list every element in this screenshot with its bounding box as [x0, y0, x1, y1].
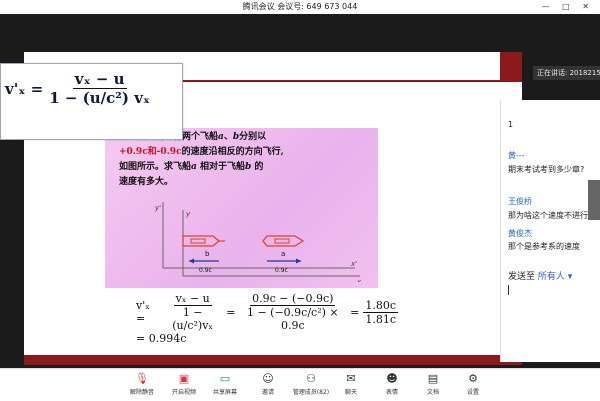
ship-b-label: b: [205, 250, 210, 258]
overlay-numerator: vₓ − u: [72, 70, 127, 89]
formula-frac2: 0.9c − (−0.9c) 1 − (−0.9c/c²) × 0.9c: [239, 292, 346, 332]
formula-result: = 0.994c: [136, 332, 187, 345]
share-screen-button[interactable]: ▭ 共享屏幕: [206, 371, 244, 396]
spaceship-diagram: y' y x' x b 0.9c a 0.9c: [155, 202, 362, 282]
chat-sender-3: 王俊桥: [508, 197, 532, 206]
share-screen-icon: ▭: [219, 372, 231, 385]
xprime-label: x': [350, 260, 357, 268]
formula-eq2: =: [350, 305, 360, 319]
emoji-button[interactable]: ☻ 表情: [373, 371, 411, 396]
send-to-selector[interactable]: 所有人: [538, 272, 565, 282]
frac2-denominator: 1 − (−0.9c/c²) × 0.9c: [246, 306, 339, 332]
chat-message-1: 1: [508, 120, 514, 129]
start-video-label: 开启视频: [171, 389, 196, 396]
formula-lhs: v'ₓ =: [136, 299, 150, 325]
document-button[interactable]: ▤ 文档: [414, 371, 452, 396]
chat-button[interactable]: ✉ 聊天: [332, 371, 370, 396]
settings-icon: ⚙: [468, 372, 478, 385]
emoji-label: 表情: [385, 389, 398, 396]
problem-line3-end: 的: [251, 162, 264, 172]
overlay-lhs: v'ₓ =: [5, 79, 44, 98]
yprime-label: y': [155, 204, 161, 212]
window-controls[interactable]: — □ ✕: [542, 0, 594, 14]
problem-line3-mid: 相对于飞船: [196, 162, 245, 172]
problem-sep: 、: [223, 132, 233, 142]
velocity-formula: v'ₓ = vₓ − u 1 − (u/c²)vₓ = 0.9c − (−0.9…: [136, 292, 398, 345]
panel-collapse-handle[interactable]: [588, 180, 600, 220]
invite-button[interactable]: ☺ 邀请: [249, 371, 287, 396]
slide-header-accent: [500, 52, 522, 80]
manage-members-label: 管理成员(82): [292, 389, 330, 396]
frac1-denominator: 1 − (u/c²)vₓ: [172, 306, 214, 332]
x-label: x: [356, 278, 362, 282]
mic-muted-icon: 🎙: [135, 372, 149, 385]
chevron-down-icon[interactable]: ▾: [568, 272, 573, 282]
emoji-icon: ☻: [386, 372, 398, 385]
camera-off-icon: ▣: [178, 372, 190, 385]
formula-overlay: v'ₓ = vₓ − u 1 − (u/c²) vₓ: [0, 63, 183, 140]
y-label: y: [185, 210, 191, 218]
document-icon: ▤: [427, 372, 439, 385]
overlay-frac: vₓ − u 1 − (u/c²) vₓ: [47, 70, 152, 107]
frac1-numerator: vₓ − u: [173, 292, 212, 306]
chat-sender-2: 黄---: [508, 151, 525, 160]
unmute-label: 解除静音: [129, 389, 154, 396]
velocity-a-label: 0.9c: [275, 267, 288, 274]
frac3-numerator: 1.80c: [363, 298, 398, 313]
overlay-denominator: 1 − (u/c²) vₓ: [49, 89, 151, 107]
frac3-denominator: 1.81c: [365, 312, 396, 326]
settings-button[interactable]: ⚙ 设置: [454, 371, 492, 396]
window-titlebar: 腾讯会议 会议号: 649 673 044 — □ ✕: [0, 0, 600, 14]
chat-input-caret[interactable]: [508, 285, 509, 295]
members-icon: ⚇: [306, 372, 316, 385]
problem-line2-rest: 的速度沿相反的方向飞行,: [181, 147, 284, 157]
problem-box: 在地面上测到有两个飞船a、b分别以 +0.9c和-0.9c的速度沿相反的方向飞行…: [105, 128, 378, 288]
ship-b-graphic: [182, 235, 225, 247]
chat-sender-4: 黄俊杰: [508, 229, 532, 238]
ship-a-label: a: [281, 250, 285, 258]
manage-members-button[interactable]: ⚇ 管理成员(82): [289, 371, 333, 396]
document-label: 文档: [426, 389, 439, 396]
meeting-title: 腾讯会议 会议号: 649 673 044: [242, 2, 358, 11]
problem-line1-end: 分别以: [239, 132, 267, 142]
formula-frac3: 1.80c 1.81c: [363, 299, 398, 326]
chat-icon: ✉: [346, 372, 356, 385]
velocity-arrowhead-a: [296, 258, 301, 264]
invite-icon: ☺: [262, 372, 274, 385]
meeting-toolbar: 🎙 解除静音 ▣ 开启视频 ▭ 共享屏幕 ☺ 邀请 ⚇ 管理成员(82) ✉ 聊…: [0, 368, 600, 401]
chat-message-4: 那个是参考系的速度: [508, 242, 580, 251]
unmute-button[interactable]: 🎙 解除静音: [123, 371, 161, 396]
problem-line3: 如图所示。求飞船: [119, 162, 192, 172]
chat-panel[interactable]: 1 黄--- 期末考试考到多少章? 王俊桥 那为啥这个速度不进行变换 黄俊杰 那…: [500, 100, 600, 362]
send-to-label: 发送至: [508, 272, 536, 282]
share-screen-label: 共享屏幕: [212, 389, 237, 396]
slide-footer-band: [24, 355, 522, 365]
chat-message-3: 那为啥这个速度不进行变换: [508, 211, 600, 220]
invite-label: 邀请: [261, 389, 274, 396]
speaker-indicator: 正在讲话: 2018215: [533, 66, 600, 80]
chat-message-2: 期末考试考到多少章?: [508, 165, 585, 174]
problem-line4: 速度有多大。: [119, 177, 174, 187]
velocity-values: +0.9c和-0.9c: [119, 147, 182, 157]
formula-eq1: =: [226, 305, 236, 319]
velocity-arrowhead-b: [189, 258, 194, 264]
start-video-button[interactable]: ▣ 开启视频: [165, 371, 203, 396]
chat-label: 聊天: [344, 389, 357, 396]
ship-a-graphic: [262, 235, 305, 247]
send-to-row: 发送至 所有人 ▾: [508, 269, 572, 282]
settings-label: 设置: [466, 389, 479, 396]
frac2-numerator: 0.9c − (−0.9c): [250, 292, 336, 306]
formula-frac1: vₓ − u 1 − (u/c²)vₓ: [163, 292, 222, 332]
velocity-b-label: 0.9c: [199, 267, 212, 274]
